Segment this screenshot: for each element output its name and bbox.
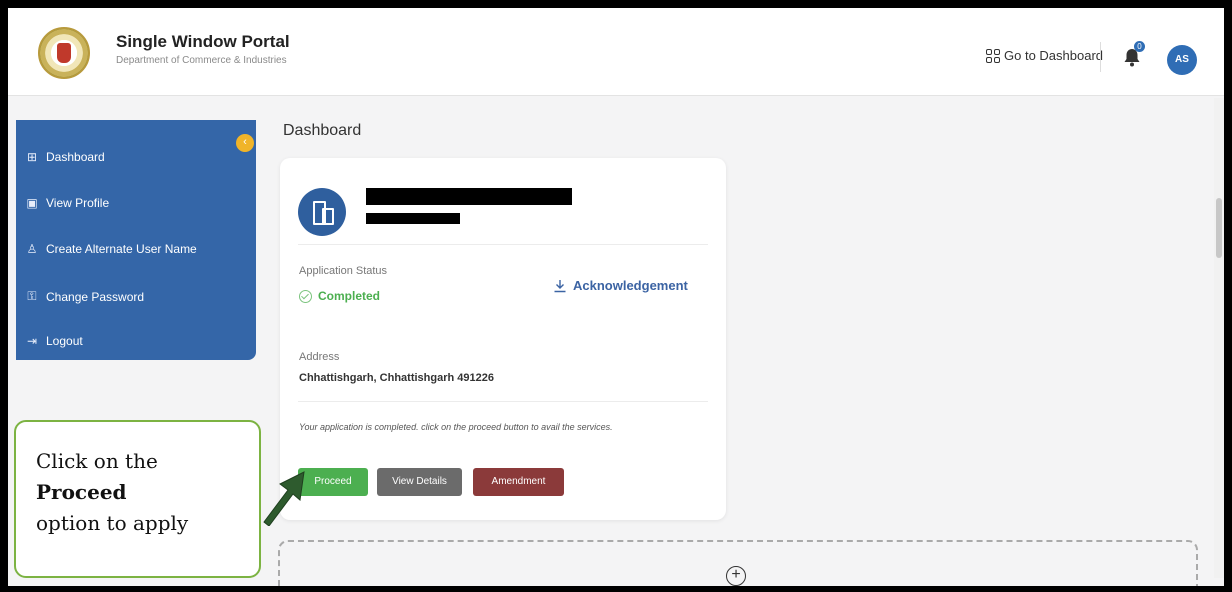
redacted-company-id xyxy=(366,213,460,224)
acknowledgement-label: Acknowledgement xyxy=(573,278,688,293)
app-title: Single Window Portal xyxy=(116,32,290,51)
instruction-callout: Click on the Proceed option to apply xyxy=(14,420,261,578)
download-icon xyxy=(554,279,566,292)
sidebar-item-create-alternate-user-name[interactable]: ♙ Create Alternate User Name xyxy=(26,242,197,256)
proceed-button[interactable]: Proceed xyxy=(298,468,368,496)
sidebar-item-view-profile[interactable]: ▣ View Profile xyxy=(26,196,109,210)
callout-line-1: Click on the xyxy=(36,449,158,473)
address-label: Address xyxy=(299,351,340,363)
status-badge: Completed xyxy=(299,289,380,303)
address-value: Chhattishgarh, Chhattishgarh 491226 xyxy=(299,372,494,384)
scrollbar[interactable] xyxy=(1214,98,1224,578)
sidebar-item-change-password[interactable]: ⚿ Change Password xyxy=(26,289,144,304)
sidebar-item-label: View Profile xyxy=(46,196,110,210)
app-subtitle: Department of Commerce & Industries xyxy=(116,55,287,66)
acknowledgement-download-link[interactable]: Acknowledgement xyxy=(553,278,688,293)
notification-badge: 0 xyxy=(1134,41,1145,52)
logout-icon: ⇥ xyxy=(26,334,38,348)
government-emblem-logo xyxy=(38,27,90,79)
callout-line-3: option to apply xyxy=(36,511,189,535)
pointer-arrow-icon xyxy=(263,471,305,526)
plus-icon[interactable]: + xyxy=(726,566,746,586)
sidebar-item-label: Create Alternate User Name xyxy=(46,242,197,256)
sidebar-item-label: Dashboard xyxy=(46,150,105,164)
redacted-company-name xyxy=(366,188,572,205)
scroll-thumb[interactable] xyxy=(1216,198,1222,258)
top-header: Single Window Portal Department of Comme… xyxy=(8,8,1224,96)
application-status-label: Application Status xyxy=(299,265,388,277)
go-to-dashboard-link[interactable]: Go to Dashboard xyxy=(986,48,1103,63)
lock-icon: ⚿ xyxy=(27,289,37,303)
sidebar-item-dashboard[interactable]: ⊞ Dashboard xyxy=(26,150,105,164)
grid-icon xyxy=(986,48,1000,63)
card-divider xyxy=(298,244,708,245)
page-title: Dashboard xyxy=(283,122,362,139)
amendment-button[interactable]: Amendment xyxy=(473,468,564,496)
go-to-dashboard-label: Go to Dashboard xyxy=(1004,48,1104,63)
building-icon xyxy=(298,188,346,236)
grid-icon: ⊞ xyxy=(26,150,38,164)
completion-note: Your application is completed. click on … xyxy=(299,422,613,432)
user-add-icon: ♙ xyxy=(26,242,38,256)
status-value: Completed xyxy=(318,289,381,303)
profile-icon: ▣ xyxy=(26,196,38,210)
header-divider xyxy=(1100,42,1101,72)
view-details-button[interactable]: View Details xyxy=(377,468,462,496)
collapse-sidebar-button[interactable]: ‹ xyxy=(236,134,254,152)
check-circle-icon xyxy=(299,289,312,303)
sidebar-item-label: Logout xyxy=(46,334,83,348)
callout-line-2: Proceed xyxy=(36,480,127,504)
sidebar-item-label: Change Password xyxy=(46,289,145,304)
sidebar-item-logout[interactable]: ⇥ Logout xyxy=(26,334,83,348)
card-divider xyxy=(298,401,708,402)
user-avatar[interactable]: AS xyxy=(1167,45,1197,75)
application-card xyxy=(280,158,726,520)
